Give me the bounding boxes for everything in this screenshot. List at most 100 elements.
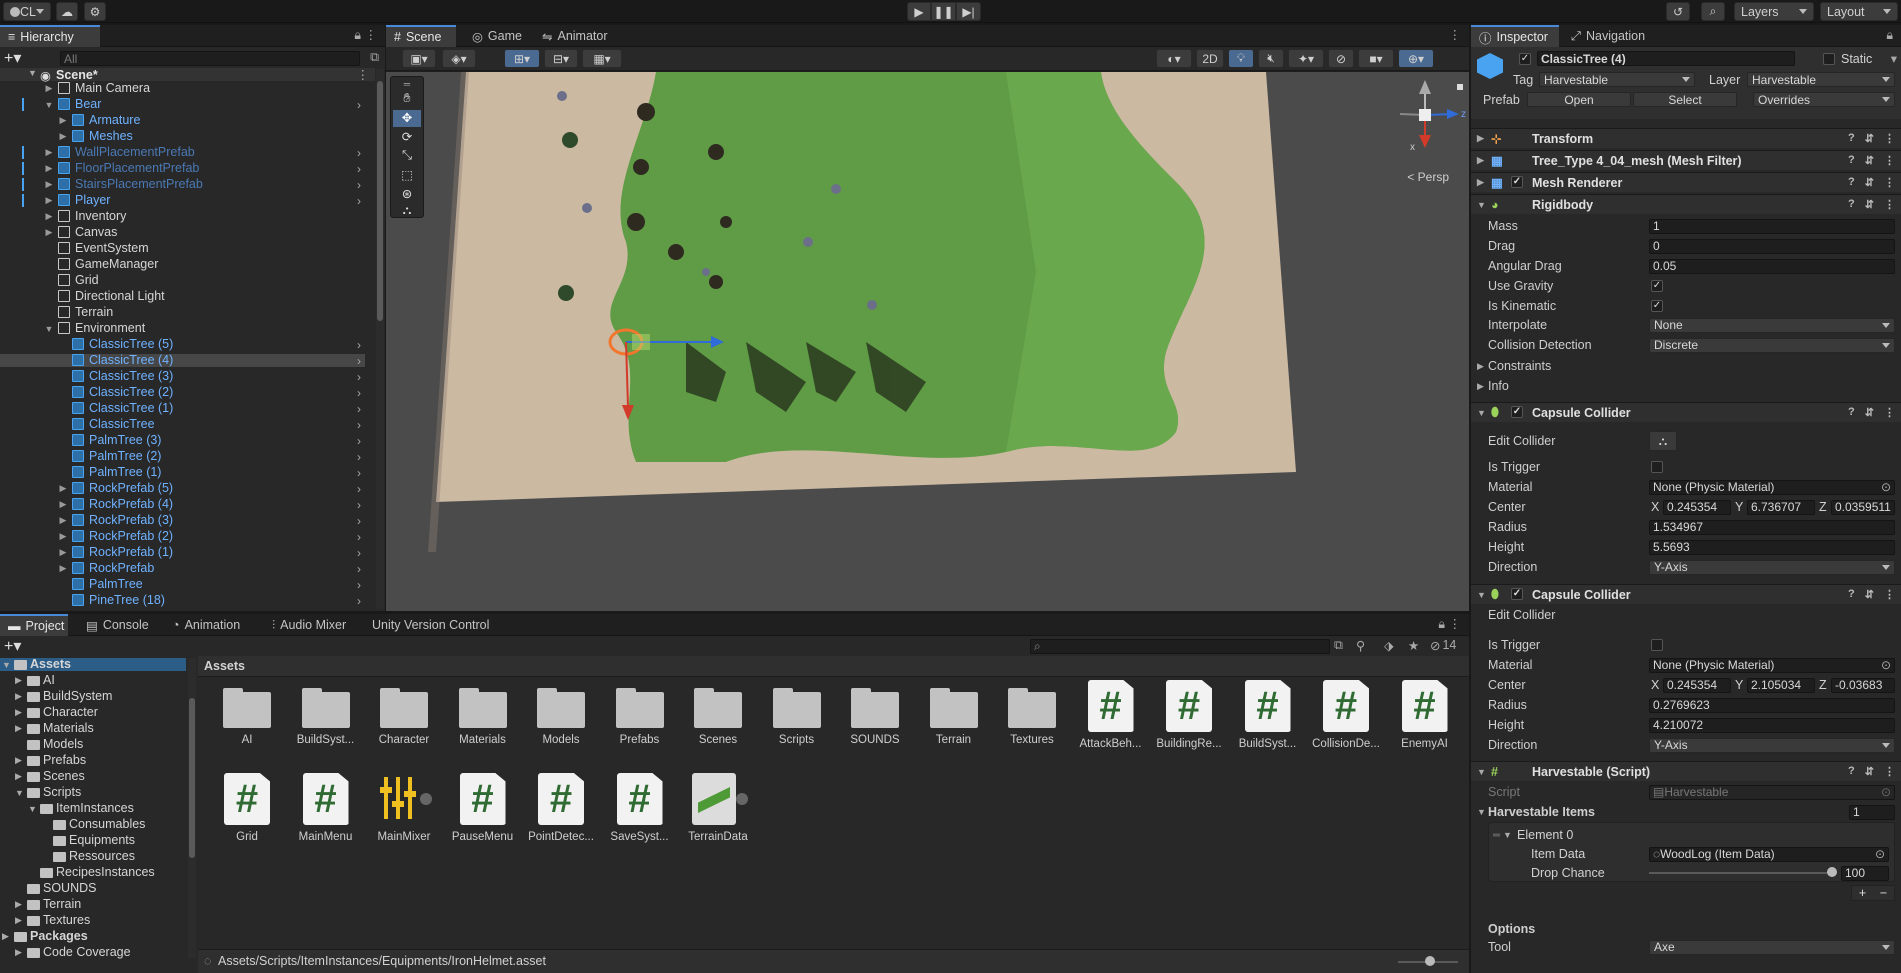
open-prefab-chevron-icon[interactable]: › <box>357 562 361 576</box>
favorite-star-icon[interactable]: ★ <box>1408 638 1419 653</box>
open-prefab-chevron-icon[interactable]: › <box>357 450 361 464</box>
open-prefab-chevron-icon[interactable]: › <box>357 370 361 384</box>
drop-chance-input[interactable]: 100 <box>1841 865 1889 881</box>
play-button[interactable]: ▶ <box>907 2 931 21</box>
capsule-collider-header[interactable]: ▼ ⬮ ✓ Capsule Collider ? ⇵ ⋮ <box>1471 402 1901 422</box>
asset-folder[interactable]: SOUNDS <box>840 680 910 746</box>
services-gear-icon[interactable]: ⚙ <box>84 2 106 21</box>
breadcrumb-item[interactable]: Assets <box>204 659 245 673</box>
project-folder-item[interactable]: ▶ BuildSystem <box>0 689 186 703</box>
asset-folder[interactable]: Character <box>369 680 439 746</box>
hierarchy-item[interactable]: ▶ Armature <box>0 113 365 127</box>
hierarchy-item[interactable]: ClassicTree › <box>0 417 365 432</box>
project-folder-item[interactable]: ▼ ItemInstances <box>0 801 186 815</box>
hierarchy-item[interactable]: ▶ RockPrefab › <box>0 561 365 576</box>
asset-folder[interactable]: Prefabs <box>605 680 675 746</box>
info-row[interactable]: ▶ Info <box>1471 378 1901 394</box>
tab-project[interactable]: ▬ Project <box>0 614 68 636</box>
kebab-menu-icon[interactable]: ⋮ <box>1884 588 1895 601</box>
project-folder-item[interactable]: ▶ Terrain <box>0 897 186 911</box>
radius-input[interactable]: 0.2769623 <box>1649 697 1895 713</box>
scrollbar-thumb[interactable] <box>377 81 383 321</box>
asset-file[interactable]: # PointDetec... <box>526 773 596 843</box>
hierarchy-item[interactable]: ClassicTree (5) › <box>0 337 365 352</box>
hierarchy-item[interactable]: ▶ RockPrefab (2) › <box>0 529 365 544</box>
asset-file[interactable]: # CollisionDe... <box>1311 680 1381 750</box>
open-prefab-chevron-icon[interactable]: › <box>357 594 361 608</box>
expand-arrow-icon[interactable]: ▶ <box>15 755 22 766</box>
history-icon[interactable]: ↺ <box>1666 2 1690 21</box>
asset-folder[interactable]: Materials <box>448 680 518 746</box>
asset-file[interactable]: # AttackBeh... <box>1076 680 1146 750</box>
scene-row[interactable]: ▼ ◉ Scene* ⋮ <box>0 67 375 83</box>
hierarchy-item[interactable]: ▶ RockPrefab (3) › <box>0 513 365 528</box>
hierarchy-item[interactable]: ClassicTree (1) › <box>0 401 365 416</box>
open-prefab-chevron-icon[interactable]: › <box>357 418 361 432</box>
height-input[interactable]: 5.5693 <box>1649 539 1895 555</box>
kebab-menu-icon[interactable]: ⋮ <box>1449 27 1462 42</box>
open-prefab-chevron-icon[interactable]: › <box>357 498 361 512</box>
enabled-checkbox[interactable]: ✓ <box>1511 176 1523 188</box>
kebab-menu-icon[interactable]: ⋮ <box>1884 765 1895 778</box>
help-icon[interactable]: ? <box>1848 198 1855 211</box>
tool-dropdown[interactable]: Axe <box>1649 939 1895 955</box>
project-folder-item[interactable]: ▶ Code Coverage <box>0 945 186 959</box>
open-prefab-chevron-icon[interactable]: › <box>357 578 361 592</box>
hierarchy-item[interactable]: ▼ Bear › <box>0 97 365 112</box>
expand-arrow-icon[interactable]: ▶ <box>44 83 54 94</box>
hand-tool-icon[interactable]: ✋︎ <box>393 91 421 108</box>
open-prefab-chevron-icon[interactable]: › <box>357 178 361 192</box>
project-folder-item[interactable]: Equipments <box>0 833 186 847</box>
height-input[interactable]: 4.210072 <box>1649 717 1895 733</box>
scale-tool-icon[interactable]: ⤡ <box>393 148 421 165</box>
rect-tool-icon[interactable]: ⬚ <box>393 167 421 184</box>
scene-menu-icon[interactable]: ⋮ <box>357 67 370 82</box>
object-name-input[interactable]: ClassicTree (4) <box>1537 51 1795 66</box>
search-icon[interactable]: ⌕ <box>1701 2 1725 21</box>
lighting-toggle-icon[interactable]: 💡︎ <box>1228 49 1254 68</box>
asset-file[interactable]: # EnemyAI <box>1390 680 1460 750</box>
tab-navigation[interactable]: ⤢ Navigation <box>1563 25 1663 47</box>
asset-folder[interactable]: Terrain <box>919 680 989 746</box>
center-z-input[interactable]: 0.0359511 <box>1831 499 1895 515</box>
mesh-renderer-header[interactable]: ▶ ▦ ✓ Mesh Renderer ? ⇵ ⋮ <box>1471 172 1901 192</box>
open-prefab-chevron-icon[interactable]: › <box>357 146 361 160</box>
mass-input[interactable]: 1 <box>1649 218 1895 234</box>
hierarchy-item[interactable]: ▶ Canvas <box>0 225 365 239</box>
asset-folder[interactable]: Models <box>526 680 596 746</box>
hidden-packages-toggle[interactable]: ⊘ 14 <box>1430 638 1456 653</box>
help-icon[interactable]: ? <box>1848 406 1855 419</box>
expand-arrow-icon[interactable]: ▶ <box>44 179 54 190</box>
tab-game[interactable]: ◎ Game <box>464 25 530 47</box>
open-prefab-chevron-icon[interactable]: › <box>357 466 361 480</box>
expand-arrow-icon[interactable]: ▶ <box>58 515 68 526</box>
preset-icon[interactable]: ⇵ <box>1865 154 1874 167</box>
center-x-input[interactable]: 0.245354 <box>1663 499 1731 515</box>
open-prefab-chevron-icon[interactable]: › <box>357 402 361 416</box>
center-z-input[interactable]: -0.03683 <box>1831 677 1895 693</box>
expand-arrow-icon[interactable]: ▶ <box>15 723 22 734</box>
render-mode-dropdown[interactable]: ◐▾ <box>1156 49 1192 68</box>
tab-console[interactable]: ▤ Console <box>78 614 156 636</box>
rotate-tool-icon[interactable]: ⟳ <box>393 129 421 146</box>
hierarchy-item[interactable]: ▶ StairsPlacementPrefab › <box>0 177 365 192</box>
expand-arrow-icon[interactable]: ▶ <box>15 771 22 782</box>
static-dropdown-icon[interactable]: ▾ <box>1891 51 1897 66</box>
drag-input[interactable]: 0 <box>1649 238 1895 254</box>
expand-arrow-icon[interactable]: ▶ <box>1477 155 1484 166</box>
help-icon[interactable]: ? <box>1848 132 1855 145</box>
help-icon[interactable]: ? <box>1848 588 1855 601</box>
project-tree-scrollbar[interactable] <box>188 658 196 958</box>
asset-file[interactable]: # BuildSyst... <box>1233 680 1303 750</box>
expand-arrow-icon[interactable]: ▶ <box>15 691 22 702</box>
hierarchy-scrollbar[interactable] <box>376 69 384 609</box>
expand-arrow-icon[interactable]: ▼ <box>15 788 24 798</box>
expand-arrow-icon[interactable]: ▶ <box>15 675 22 686</box>
expand-arrow-icon[interactable]: ▶ <box>58 499 68 510</box>
asset-folder[interactable]: Scenes <box>683 680 753 746</box>
hierarchy-item[interactable]: PalmTree (1) › <box>0 465 365 480</box>
expand-arrow-icon[interactable]: ▶ <box>44 195 54 206</box>
hierarchy-item[interactable]: ▶ RockPrefab (4) › <box>0 497 365 512</box>
center-x-input[interactable]: 0.245354 <box>1663 677 1731 693</box>
move-gizmo[interactable] <box>596 312 796 452</box>
